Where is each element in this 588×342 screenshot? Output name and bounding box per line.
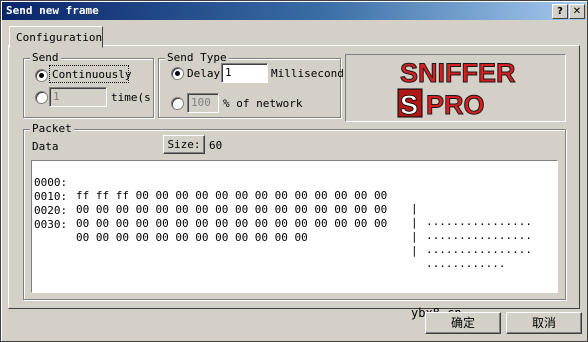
percent-field[interactable]: 100 [187,93,219,113]
hex-row: 0010: 00 00 00 00 00 00 00 00 00 00 00 0… [32,177,532,242]
size-button[interactable]: Size: [163,135,205,154]
tab-configuration[interactable]: Configuration [9,26,103,48]
hex-ascii[interactable]: ................ [426,215,532,228]
sniffer-pro-logo-art: SNIFFER S PRO [397,58,516,121]
cancel-button[interactable]: 取消 [506,312,582,334]
hex-bytes[interactable]: 00 00 00 00 00 00 00 00 00 00 00 00 00 0… [76,203,387,216]
continuously-radio[interactable] [35,69,48,82]
logo-line1: SNIFFER [400,58,516,88]
hex-bytes[interactable]: 00 00 00 00 00 00 00 00 00 00 00 00 00 0… [76,217,387,230]
delay-radio[interactable] [171,67,184,80]
ok-button[interactable]: 确定 [425,312,501,334]
help-button[interactable]: ? [552,4,568,19]
hex-separator: | [411,230,418,243]
hex-row: 0030: 00 00 00 00 00 00 00 00 00 00 00 0… [32,205,505,270]
hex-row: 0020: 00 00 00 00 00 00 00 00 00 00 00 0… [32,191,532,256]
count-radio[interactable] [35,91,48,104]
sniffer-pro-logo: SNIFFER S PRO [345,54,566,122]
send-frame-window: Send new frame ? ✕ Configuration Send Co… [0,0,588,342]
percent-value: 100 [191,96,211,109]
delay-field[interactable]: 1 [221,63,268,83]
send-count-field[interactable]: 1 [49,87,107,107]
close-button[interactable]: ✕ [569,4,585,19]
logo-s: S [400,90,418,120]
delay-value: 1 [225,66,232,79]
data-label: Data [32,140,59,153]
hex-row: 0000: ff ff ff 00 00 00 00 00 00 00 00 0… [32,163,532,228]
send-group-label: Send [30,51,61,64]
delay-label[interactable]: Delay [187,67,220,80]
hex-separator: | [411,244,418,257]
hex-ascii[interactable]: ............ [426,257,505,270]
window-title: Send new frame [6,4,99,17]
continuously-label[interactable]: Continuously [52,68,131,81]
hex-bytes[interactable]: 00 00 00 00 00 00 00 00 00 00 00 00 [76,231,308,244]
packet-group-label: Packet [30,122,74,135]
hex-separator: | [411,216,418,229]
send-type-group-label: Send Type [165,51,229,64]
send-count-value: 1 [53,90,60,103]
times-label: time(s [111,91,151,104]
delay-unit-label: Millisecond [271,67,344,80]
hex-offset: 0030: [34,218,68,231]
hex-ascii[interactable]: ................ [426,229,532,242]
hex-bytes[interactable]: ff ff ff 00 00 00 00 00 00 00 00 00 00 0… [76,189,387,202]
hex-editor[interactable]: 0000: ff ff ff 00 00 00 00 00 00 00 00 0… [31,160,558,293]
logo-pro: PRO [426,90,485,120]
size-value: 60 [209,139,223,152]
tab-configuration-label: Configuration [16,31,103,44]
hex-ascii[interactable]: ................ [426,243,532,256]
percent-label: % of network [223,97,303,110]
title-bar[interactable]: Send new frame ? ✕ [2,2,586,20]
percent-radio[interactable] [171,97,184,110]
hex-separator: | [411,202,418,215]
